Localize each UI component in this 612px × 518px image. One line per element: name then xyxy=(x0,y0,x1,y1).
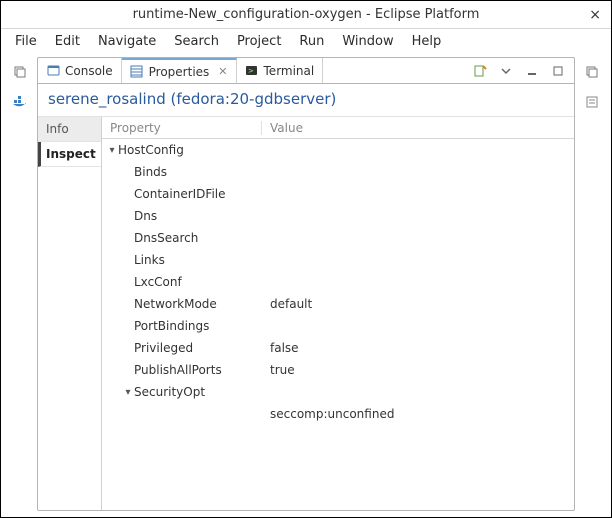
right-icon-bar xyxy=(579,57,605,511)
property-name: ContainerIDFile xyxy=(134,187,226,201)
property-row[interactable]: PublishAllPorts true xyxy=(102,359,574,381)
menu-navigate[interactable]: Navigate xyxy=(90,32,164,51)
left-icon-bar xyxy=(7,57,33,511)
titlebar: runtime-New_configuration-oxygen - Eclip… xyxy=(1,1,611,29)
property-name: Privileged xyxy=(134,341,193,355)
menubar: File Edit Navigate Search Project Run Wi… xyxy=(1,29,611,53)
tab-console[interactable]: Console xyxy=(38,58,122,83)
property-row[interactable]: Dns xyxy=(102,205,574,227)
restore-right-icon[interactable] xyxy=(583,63,601,81)
view-menu-icon[interactable] xyxy=(498,63,514,79)
property-row[interactable]: NetworkMode default xyxy=(102,293,574,315)
property-row[interactable]: seccomp:unconfined xyxy=(102,403,574,425)
tab-terminal-label: Terminal xyxy=(264,64,315,78)
column-value[interactable]: Value xyxy=(262,121,574,135)
maximize-icon[interactable] xyxy=(550,63,566,79)
property-name: HostConfig xyxy=(118,143,184,157)
property-row[interactable]: DnsSearch xyxy=(102,227,574,249)
expand-icon[interactable]: ▾ xyxy=(106,145,118,156)
workbench: Console Properties ✕ > Terminal xyxy=(1,53,611,517)
menu-project[interactable]: Project xyxy=(229,32,289,51)
svg-text:>: > xyxy=(248,67,254,75)
property-name: SecurityOpt xyxy=(134,385,205,399)
property-row[interactable]: Links xyxy=(102,249,574,271)
property-row[interactable]: Privileged false xyxy=(102,337,574,359)
window-title: runtime-New_configuration-oxygen - Eclip… xyxy=(133,7,480,22)
property-value: true xyxy=(262,363,574,377)
property-value: seccomp:unconfined xyxy=(262,407,574,421)
editor-area: Console Properties ✕ > Terminal xyxy=(37,57,575,511)
properties-body: Info Inspect Property Value ▾HostConfigB… xyxy=(38,117,574,510)
menu-search[interactable]: Search xyxy=(166,32,227,51)
tab-console-label: Console xyxy=(65,64,113,78)
property-row[interactable]: LxcConf xyxy=(102,271,574,293)
column-property[interactable]: Property xyxy=(102,121,262,135)
property-value: false xyxy=(262,341,574,355)
console-icon xyxy=(46,64,60,78)
tree-area: Property Value ▾HostConfigBindsContainer… xyxy=(102,117,574,510)
tab-terminal[interactable]: > Terminal xyxy=(237,58,324,83)
property-name: Binds xyxy=(134,165,167,179)
category-tab-info[interactable]: Info xyxy=(38,117,101,142)
docker-icon[interactable] xyxy=(11,93,29,111)
restore-icon[interactable] xyxy=(11,63,29,81)
menu-run[interactable]: Run xyxy=(291,32,332,51)
terminal-icon: > xyxy=(245,64,259,78)
property-name: PublishAllPorts xyxy=(134,363,222,377)
minimize-icon[interactable] xyxy=(524,63,540,79)
menu-edit[interactable]: Edit xyxy=(47,32,88,51)
close-icon[interactable]: × xyxy=(589,7,601,23)
category-tabs: Info Inspect xyxy=(38,117,102,510)
column-headers: Property Value xyxy=(102,117,574,139)
property-rows[interactable]: ▾HostConfigBindsContainerIDFileDnsDnsSea… xyxy=(102,139,574,510)
property-row[interactable]: ContainerIDFile xyxy=(102,183,574,205)
property-name: LxcConf xyxy=(134,275,182,289)
property-name: Links xyxy=(134,253,165,267)
properties-title: serene_rosalind (fedora:20-gdbserver) xyxy=(38,84,574,117)
pin-icon[interactable] xyxy=(472,63,488,79)
tab-properties-label: Properties xyxy=(149,65,210,79)
property-value: default xyxy=(262,297,574,311)
property-row[interactable]: ▾HostConfig xyxy=(102,139,574,161)
property-row[interactable]: ▾SecurityOpt xyxy=(102,381,574,403)
property-name: Dns xyxy=(134,209,157,223)
property-name: DnsSearch xyxy=(134,231,198,245)
menu-help[interactable]: Help xyxy=(404,32,450,51)
view-toolbar xyxy=(464,58,574,83)
property-name: PortBindings xyxy=(134,319,209,333)
expand-icon[interactable]: ▾ xyxy=(122,387,134,398)
property-row[interactable]: Binds xyxy=(102,161,574,183)
category-tab-inspect[interactable]: Inspect xyxy=(38,142,101,167)
close-tab-icon[interactable]: ✕ xyxy=(218,65,227,78)
menu-file[interactable]: File xyxy=(7,32,45,51)
properties-icon xyxy=(130,65,144,79)
view-tabs: Console Properties ✕ > Terminal xyxy=(38,58,574,84)
property-row[interactable]: PortBindings xyxy=(102,315,574,337)
menu-window[interactable]: Window xyxy=(334,32,401,51)
outline-icon[interactable] xyxy=(583,93,601,111)
app-window: runtime-New_configuration-oxygen - Eclip… xyxy=(0,0,612,518)
property-name: NetworkMode xyxy=(134,297,217,311)
tab-properties[interactable]: Properties ✕ xyxy=(122,58,237,83)
